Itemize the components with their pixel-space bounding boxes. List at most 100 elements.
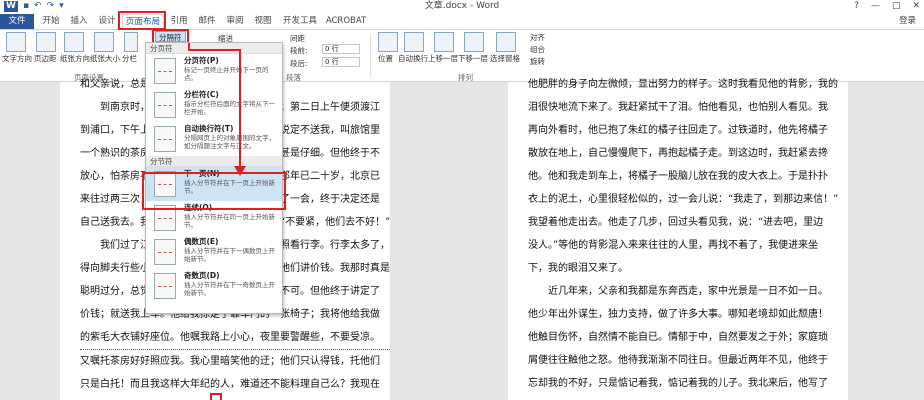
paragraph-line: 只是白托！而且我这样大年纪的人，难道还不能料理自己么？我现在 (80, 379, 380, 390)
page-break-icon (154, 58, 176, 84)
help-icon[interactable]: ? (854, 0, 859, 12)
menu-item-continuous[interactable]: 连续(O) 插入分节符并在同一页上开始新节。 (146, 201, 282, 235)
columns-button[interactable]: 分栏 (122, 53, 137, 64)
ribbon-tabs: 文件 开始 插入 设计 页面布局 引用 邮件 审阅 视图 开发工具 ACROBA… (0, 13, 924, 30)
tab-mailings[interactable]: 邮件 (194, 14, 220, 29)
menu-item-desc: 插入分节符并在下一奇数页上开始新节。 (184, 281, 275, 297)
selection-pane-button[interactable]: 选择窗格 (490, 53, 520, 64)
paragraph-line: 我望着他走出去。他走了几步，回过头看见我，说：“进去吧，里边 (528, 217, 824, 228)
wrap-text-icon (404, 32, 424, 52)
column-break-icon (154, 92, 176, 118)
even-page-icon (154, 239, 176, 265)
menu-item-title: 自动换行符(T) (184, 124, 234, 133)
margins-icon (36, 32, 56, 52)
text-wrapping-icon (154, 126, 176, 152)
document-title: 文章.docx - Word (424, 1, 500, 11)
paragraph-line: 他肥胖的身子向左微倾，显出努力的样子。这时我看见他的背影，我的 (528, 79, 838, 90)
tab-references[interactable]: 引用 (166, 14, 192, 29)
paragraph-line: 的紫毛大衣铺好座位。他嘱我路上小心，夜里要警醒些，不要受凉。 (80, 326, 390, 350)
rotate-button[interactable]: 旋转 (530, 56, 545, 67)
menu-item-title: 分页符(P) (184, 56, 219, 65)
align-button[interactable]: 对齐 (530, 32, 545, 43)
odd-page-icon (154, 273, 176, 299)
before-label: 段前: (290, 46, 308, 55)
menu-item-desc: 插入分节符并在下一偶数页上开始新节。 (184, 247, 275, 263)
paragraph-line: 又嘱托茶房好好照应我。我心里暗笑他的迂；他们只认得钱，托他们 (80, 356, 380, 367)
send-backward-icon (464, 32, 484, 52)
tab-view[interactable]: 视图 (250, 14, 276, 29)
paragraph-line: 他触目伤怀，自然情不能自已。情郁于中，自然要发之于外；家庭琐 (528, 332, 828, 343)
paragraph-line: 屑便往往触他之怒。他待我渐渐不同往日。但最近两年不见，他终于 (528, 355, 828, 366)
title-bar: W ▪ ↶ ↷ ▾ 文章.docx - Word ? — □ ✕ (0, 0, 924, 13)
window-controls: ? — □ ✕ (854, 0, 920, 12)
menu-item-title: 下一页(N) (184, 169, 220, 178)
wrap-text-button[interactable]: 自动换行 (398, 53, 428, 64)
tab-developer[interactable]: 开发工具 (280, 14, 320, 29)
bring-forward-button[interactable]: 上移一层 (428, 53, 458, 64)
menu-item-desc: 指示分栏符后面的文字将从下一栏开始。 (184, 100, 275, 116)
paragraph-line: 再向外看时，他已抱了朱红的橘子往回走了。过铁道时，他先将橘子 (528, 125, 828, 136)
tab-insert[interactable]: 插入 (66, 14, 92, 29)
menu-section-section-breaks: 分节符 (146, 156, 282, 167)
section-break-marker (210, 393, 222, 400)
menu-item-next-page[interactable]: 下一页(N) 插入分节符并在下一页上开始新节。 (146, 167, 282, 201)
size-button[interactable]: 纸张大小 (90, 53, 120, 64)
tab-home[interactable]: 开始 (38, 14, 64, 29)
menu-item-column-break[interactable]: 分栏符(C) 指示分栏符后面的文字将从下一栏开始。 (146, 88, 282, 122)
breaks-button[interactable]: 分隔符 (155, 31, 186, 42)
menu-item-page-break[interactable]: 分页符(P) 标记一页终止并开始下一页的点。 (146, 54, 282, 88)
menu-item-even-page[interactable]: 偶数页(E) 插入分节符并在下一偶数页上开始新节。 (146, 235, 282, 269)
paragraph-line: 忘却我的不好，只是惦记着我，惦记着我的儿子。我北来后，他写了 (528, 378, 828, 389)
send-backward-button[interactable]: 下移一层 (458, 53, 488, 64)
after-label: 段后: (290, 59, 308, 68)
text-direction-icon (6, 32, 26, 52)
menu-item-title: 分栏符(C) (184, 90, 219, 99)
continuous-icon (154, 205, 176, 231)
menu-item-text-wrapping[interactable]: 自动换行符(T) 分隔网页上的对象周围的文字，如分隔题注文字与正文。 (146, 122, 282, 156)
ribbon-separator (370, 34, 371, 78)
menu-item-desc: 标记一页终止并开始下一页的点。 (184, 66, 269, 82)
menu-item-desc: 插入分节符并在下一页上开始新节。 (184, 179, 275, 195)
tab-acrobat[interactable]: ACROBAT (324, 14, 368, 29)
spacing-before-input[interactable]: 0 行 (322, 44, 360, 54)
orientation-icon (64, 32, 84, 52)
paragraph-line: 近几年来，父亲和我都是东奔西走，家中光景是一日不如一日。 (548, 286, 828, 297)
spacing-label: 间距 (290, 34, 305, 43)
paragraph-line: 衣上的泥土，心里很轻松似的，过一会儿说：“我走了，到那边来信！” (528, 194, 839, 205)
paragraph-line: 下，我的眼泪又来了。 (528, 263, 628, 274)
position-icon (378, 32, 398, 52)
minimize-icon[interactable]: — (871, 0, 880, 12)
tab-page-layout[interactable]: 页面布局 (122, 14, 164, 29)
menu-item-desc: 插入分节符并在同一页上开始新节。 (184, 213, 275, 229)
maximize-icon[interactable]: □ (892, 0, 901, 12)
paragraph-line: 散放在地上，自己慢慢爬下，再抱起橘子走。到这边时，我赶紧去搀 (528, 148, 828, 159)
bring-forward-icon (434, 32, 454, 52)
sign-in-link[interactable]: 登录 (899, 14, 916, 29)
close-icon[interactable]: ✕ (912, 0, 920, 12)
selection-pane-icon (496, 32, 516, 52)
tab-review[interactable]: 审阅 (222, 14, 248, 29)
paragraph-line: 他少年出外谋生，独力支持，做了许多大事。哪知老境却如此颓唐！ (528, 309, 828, 320)
menu-item-odd-page[interactable]: 奇数页(D) 插入分节符并在下一奇数页上开始新节。 (146, 269, 282, 303)
tab-design[interactable]: 设计 (94, 14, 120, 29)
breaks-dropdown-menu: 分页符 分页符(P) 标记一页终止并开始下一页的点。 分栏符(C) 指示分栏符后… (145, 42, 283, 314)
orientation-button[interactable]: 纸张方向 (60, 53, 90, 64)
menu-item-desc: 分隔网页上的对象周围的文字，如分隔题注文字与正文。 (184, 134, 275, 150)
spacing-after-input[interactable]: 0 行 (322, 57, 360, 67)
menu-item-title: 偶数页(E) (184, 237, 219, 246)
paragraph-line: 泪很快地流下来了。我赶紧拭干了泪。怕他看见，也怕别人看见。我 (528, 102, 828, 113)
size-icon (94, 32, 114, 52)
menu-item-title: 奇数页(D) (184, 271, 220, 280)
group-button[interactable]: 组合 (530, 44, 545, 55)
tab-file[interactable]: 文件 (0, 14, 34, 29)
document-area: 和父亲说，总是要回去的，父亲说，小怪客我 到南京时，有朋友约去游逛，勾留了一日；… (0, 79, 924, 400)
position-button[interactable]: 位置 (378, 53, 393, 64)
page-right[interactable]: 他肥胖的身子向左微倾，显出努力的样子。这时我看见他的背影，我的 泪很快地流下来了… (508, 79, 848, 400)
menu-section-page-breaks: 分页符 (146, 43, 282, 54)
paragraph-line: 他。他和我走到车上，将橘子一股脑儿放在我的皮大衣上。于是扑扑 (528, 171, 828, 182)
columns-icon (124, 32, 138, 52)
paragraph-line: 没人。”等他的背影混入来来往往的人里，再找不着了，我便进来坐 (528, 240, 819, 251)
text-direction-button[interactable]: 文字方向 (2, 53, 32, 64)
margins-button[interactable]: 页边距 (34, 53, 57, 64)
next-page-icon (154, 171, 176, 197)
